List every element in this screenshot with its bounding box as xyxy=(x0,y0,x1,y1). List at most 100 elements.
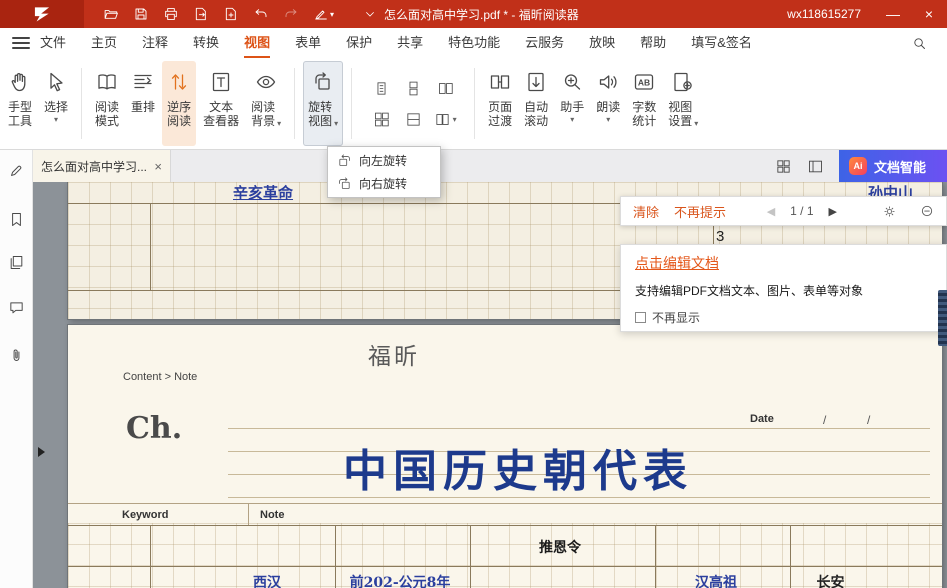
menu-file[interactable]: 文件 xyxy=(40,28,66,58)
assistant-button[interactable]: 助手 ▾ xyxy=(555,61,589,146)
dont-show-again-row[interactable]: 不再显示 xyxy=(635,309,932,326)
pen-dropdown-icon[interactable]: ▾ xyxy=(330,10,334,19)
continuous-facing-icon xyxy=(373,111,390,128)
reflow-button[interactable]: 重排 xyxy=(126,61,160,146)
text-viewer-icon xyxy=(209,67,233,97)
quick-pen-button[interactable] xyxy=(0,155,33,185)
tab-help[interactable]: 帮助 xyxy=(640,28,666,58)
dont-show-checkbox[interactable] xyxy=(635,312,646,323)
tab-fill-sign[interactable]: 填写&签名 xyxy=(691,28,752,58)
collapse-notification-button[interactable] xyxy=(920,204,934,218)
expand-panel-arrow[interactable] xyxy=(38,447,45,457)
rotate-view-dropdown-icon[interactable]: ▾ xyxy=(334,119,338,128)
next-notification-icon[interactable]: ▶ xyxy=(829,205,837,218)
redo-button[interactable] xyxy=(276,0,306,28)
notification-card: 点击编辑文档 支持编辑PDF文档文本、图片、表单等对象 不再显示 xyxy=(620,244,947,332)
bookmarks-panel-button[interactable] xyxy=(0,204,33,234)
page-transition-button[interactable]: 页面 过渡 xyxy=(483,61,517,146)
doc-intelligence-button[interactable]: Ai 文档智能 xyxy=(839,150,947,182)
attachments-panel-button[interactable] xyxy=(0,340,33,370)
menu-item-rotate-left[interactable]: 向左旋转 xyxy=(328,149,440,172)
new-document-button[interactable] xyxy=(216,0,246,28)
continuous-page-button[interactable] xyxy=(397,73,429,104)
reading-background-button[interactable]: 阅读 背景▾ xyxy=(246,61,286,146)
document-tab-label: 怎么面对高中学习... xyxy=(41,158,148,175)
breadcrumb: Content > Note xyxy=(123,371,197,383)
document-tab[interactable]: 怎么面对高中学习... × xyxy=(33,150,171,182)
dont-remind-button[interactable]: 不再提示 xyxy=(674,202,726,221)
close-tab-icon[interactable]: × xyxy=(154,159,162,174)
select-tool-button[interactable]: 选择 ▾ xyxy=(39,61,73,146)
reverse-read-button[interactable]: 逆序 阅读 xyxy=(162,61,196,146)
hand-tool-button[interactable]: 手型 工具 xyxy=(3,61,37,146)
table-cell-policy: 推恩令 xyxy=(500,537,620,557)
split-view-button[interactable] xyxy=(397,104,429,135)
pages-panel-button[interactable] xyxy=(0,247,33,277)
pdf-page-title: 中国历史朝代表 xyxy=(268,435,768,499)
user-id[interactable]: wx118615277 xyxy=(787,7,861,21)
collapsed-toolbar-handle[interactable] xyxy=(938,290,947,346)
table-border xyxy=(68,525,942,526)
chevron-down-icon[interactable] xyxy=(364,8,376,20)
read-aloud-button[interactable]: 朗读 ▾ xyxy=(591,61,625,146)
dont-show-label: 不再显示 xyxy=(652,309,700,326)
word-count-button[interactable]: AB 字数 统计 xyxy=(627,61,661,146)
tab-comment[interactable]: 注释 xyxy=(142,28,168,58)
reading-background-dropdown-icon[interactable]: ▾ xyxy=(277,119,281,128)
view-settings-dropdown-icon[interactable]: ▾ xyxy=(694,119,698,128)
tab-cloud[interactable]: 云服务 xyxy=(525,28,564,58)
prev-notification-icon[interactable]: ◀ xyxy=(767,205,775,218)
redo-icon xyxy=(283,6,299,22)
page-number-text: 3 xyxy=(716,228,724,245)
document-viewport[interactable]: 辛亥革命 孙中山 3 福昕 Content > Note Ch. 中国历史朝代表… xyxy=(33,182,947,588)
open-file-button[interactable] xyxy=(96,0,126,28)
tab-slideshow[interactable]: 放映 xyxy=(589,28,615,58)
tab-share[interactable]: 共享 xyxy=(397,28,423,58)
rotate-view-button[interactable]: 旋转 视图▾ xyxy=(303,61,343,146)
pdf-page-2: 福昕 Content > Note Ch. 中国历史朝代表 Date / / K… xyxy=(68,325,942,588)
facing-page-button[interactable] xyxy=(429,73,461,104)
clear-button[interactable]: 清除 xyxy=(633,202,659,221)
notification-settings-button[interactable] xyxy=(882,204,897,219)
select-dropdown-icon[interactable]: ▾ xyxy=(54,115,58,124)
grid-view-button[interactable] xyxy=(775,158,792,175)
continuous-facing-button[interactable] xyxy=(365,104,397,135)
single-page-button[interactable] xyxy=(365,73,397,104)
book-view-button[interactable]: ▾ xyxy=(429,104,461,135)
save-button[interactable] xyxy=(126,0,156,28)
close-button[interactable]: × xyxy=(911,0,947,28)
read-mode-button[interactable]: 阅读 模式 xyxy=(90,61,124,146)
view-settings-icon xyxy=(671,67,695,97)
tab-features[interactable]: 特色功能 xyxy=(448,28,500,58)
document-tabbar: 怎么面对高中学习... × Ai 文档智能 xyxy=(33,150,947,182)
undo-button[interactable] xyxy=(246,0,276,28)
view-settings-label: 视图 设置 xyxy=(668,100,692,128)
export-button[interactable] xyxy=(186,0,216,28)
text-viewer-button[interactable]: 文本 查看器 xyxy=(198,61,244,146)
tab-protect[interactable]: 保护 xyxy=(346,28,372,58)
pdf-text-link[interactable]: 辛亥革命 xyxy=(233,182,293,203)
page-display-modes: ▾ xyxy=(365,73,461,135)
minimize-button[interactable]: — xyxy=(875,0,911,28)
read-aloud-dropdown-icon[interactable]: ▾ xyxy=(606,115,610,124)
menu-icon[interactable] xyxy=(12,37,30,49)
assistant-icon xyxy=(560,67,584,97)
print-button[interactable] xyxy=(156,0,186,28)
tab-form[interactable]: 表单 xyxy=(295,28,321,58)
view-settings-button[interactable]: 视图 设置▾ xyxy=(663,61,703,146)
notification-counter: 1 / 1 xyxy=(790,204,813,218)
tab-home[interactable]: 主页 xyxy=(91,28,117,58)
page-modes-dropdown-icon[interactable]: ▾ xyxy=(453,115,457,124)
search-icon[interactable] xyxy=(912,36,927,51)
tab-convert[interactable]: 转换 xyxy=(193,28,219,58)
comments-panel-button[interactable] xyxy=(0,292,33,322)
tab-view[interactable]: 视图 xyxy=(244,28,270,58)
foxit-logo[interactable] xyxy=(0,0,84,28)
auto-scroll-button[interactable]: 自动 滚动 xyxy=(519,61,553,146)
auto-scroll-icon xyxy=(524,67,548,97)
menu-item-rotate-right[interactable]: 向右旋转 xyxy=(328,172,440,195)
assistant-dropdown-icon[interactable]: ▾ xyxy=(570,115,574,124)
rotate-view-label: 旋转 视图 xyxy=(308,100,332,128)
edit-document-link[interactable]: 点击编辑文档 xyxy=(635,253,719,273)
page-panel-button[interactable] xyxy=(807,158,824,175)
